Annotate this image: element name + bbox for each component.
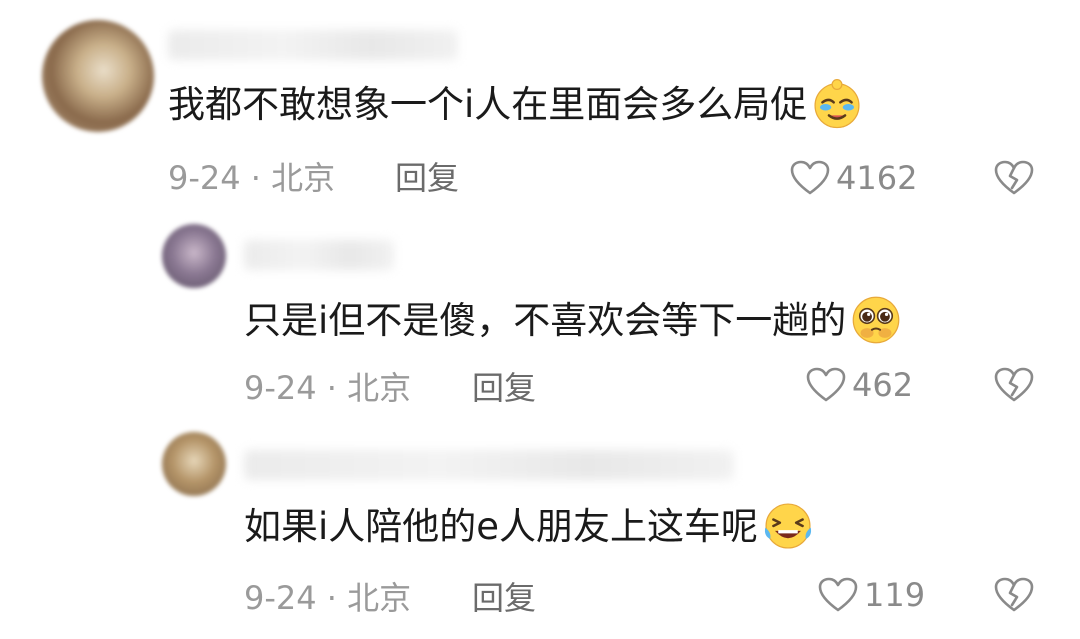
pleading-face-emoji (852, 296, 900, 343)
heart-outline-icon (818, 577, 858, 612)
comment-text-content: 我都不敢想象一个i人在里面会多么局促 (168, 83, 808, 126)
like-button[interactable]: 119 (818, 575, 925, 615)
broken-heart-icon[interactable] (994, 577, 1034, 613)
laughing-tears-emoji (764, 502, 812, 549)
comment-text-content: 只是i但不是傻，不喜欢会等下一趟的 (244, 299, 847, 342)
comment-text: 如果i人陪他的e人朋友上这车呢 (244, 502, 814, 552)
avatar[interactable] (162, 224, 226, 288)
broken-heart-icon[interactable] (994, 160, 1034, 196)
comment-text: 我都不敢想象一个i人在里面会多么局促 (168, 78, 863, 130)
comment-meta: 9-24 · 北京 (244, 579, 412, 617)
comment-meta: 9-24 · 北京 (244, 369, 412, 407)
crying-face-emoji (814, 78, 860, 128)
username-blurred[interactable] (244, 240, 394, 270)
like-button[interactable]: 4162 (790, 158, 917, 198)
comment-text: 只是i但不是傻，不喜欢会等下一趟的 (244, 296, 902, 346)
username-blurred[interactable] (168, 30, 458, 60)
reply-button[interactable]: 回复 (472, 368, 536, 408)
broken-heart-icon[interactable] (994, 367, 1034, 403)
like-button[interactable]: 462 (806, 365, 913, 405)
reply-button[interactable]: 回复 (472, 578, 536, 618)
like-count: 462 (852, 366, 914, 404)
like-count: 119 (864, 576, 926, 614)
username-blurred[interactable] (244, 450, 734, 480)
comment-text-content: 如果i人陪他的e人朋友上这车呢 (244, 505, 759, 548)
reply-button[interactable]: 回复 (395, 158, 459, 198)
avatar[interactable] (162, 432, 226, 496)
comment-meta: 9-24 · 北京 (168, 159, 336, 197)
avatar[interactable] (42, 20, 154, 132)
like-count: 4162 (836, 159, 918, 197)
heart-outline-icon (806, 367, 846, 402)
heart-outline-icon (790, 160, 830, 195)
